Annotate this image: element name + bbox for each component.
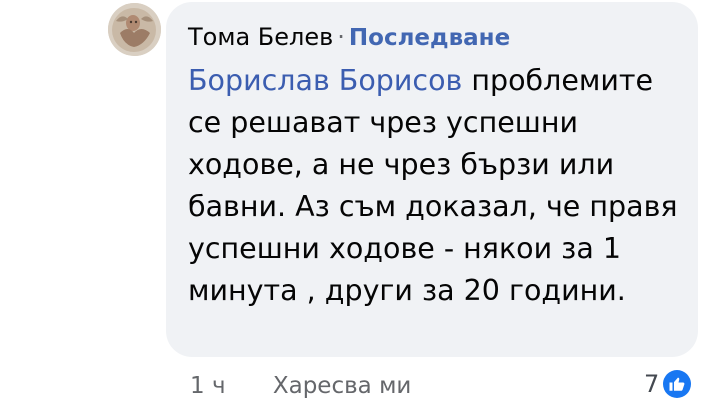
follow-button[interactable]: Последване xyxy=(349,20,510,56)
reaction-summary[interactable]: 7 xyxy=(644,366,692,402)
comment-body: проблемите се решават чрез успешни ходов… xyxy=(188,64,678,307)
timestamp[interactable]: 1 ч xyxy=(190,373,226,399)
avatar-image xyxy=(108,3,161,56)
comment-actions: 1 ч Харесва ми xyxy=(190,368,411,404)
comment-container: Тома Белев · Последване Борислав Борисов… xyxy=(0,0,714,419)
comment-bubble: Тома Белев · Последване Борислав Борисов… xyxy=(166,2,698,357)
comment-header: Тома Белев · Последване xyxy=(188,19,678,56)
comment-text: Борислав Борисов проблемите се решават ч… xyxy=(188,60,678,312)
separator-dot: · xyxy=(337,23,345,51)
thumbs-up-icon xyxy=(663,370,692,398)
like-button[interactable]: Харесва ми xyxy=(273,373,412,399)
avatar[interactable] xyxy=(108,3,161,56)
reaction-count: 7 xyxy=(644,370,660,398)
author-name[interactable]: Тома Белев xyxy=(188,19,333,55)
mention-link[interactable]: Борислав Борисов xyxy=(188,64,462,97)
